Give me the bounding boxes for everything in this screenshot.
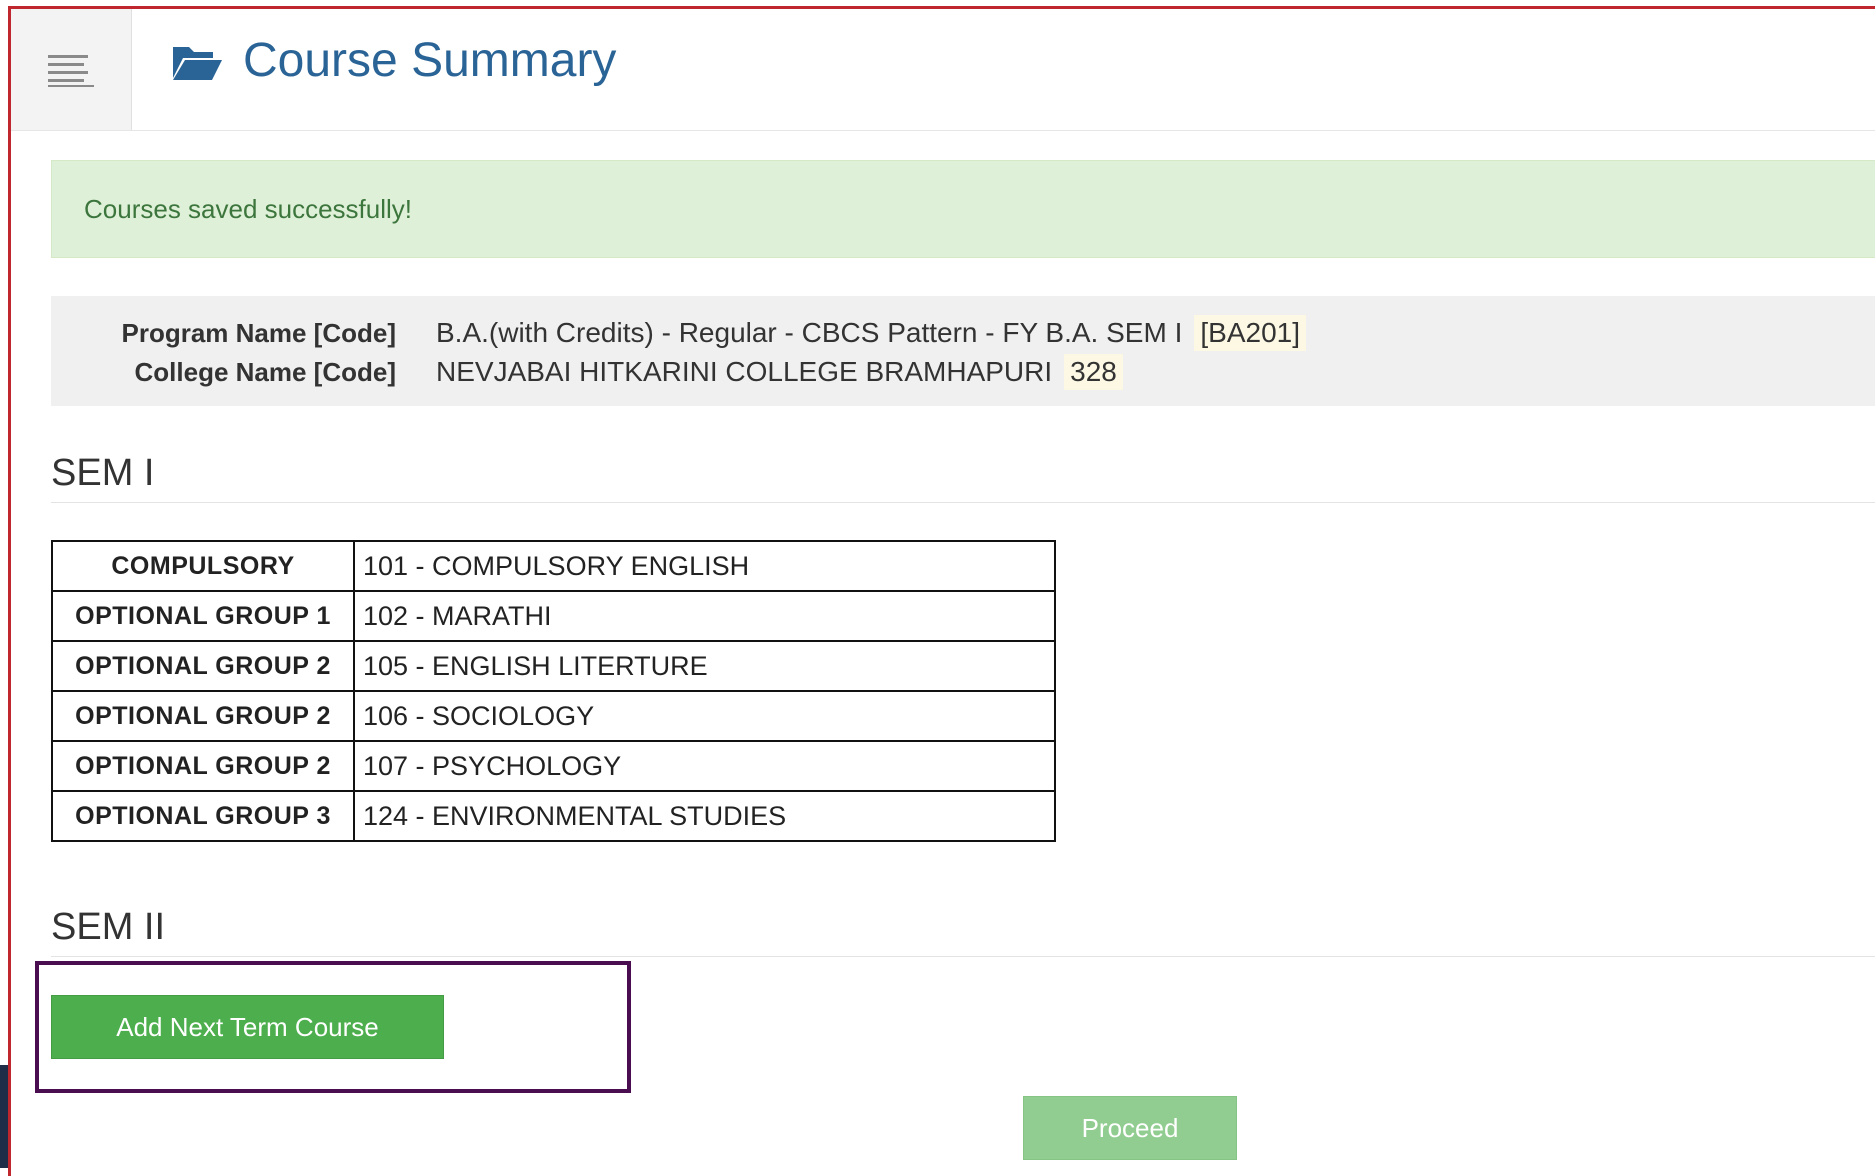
course-name: 101 - COMPULSORY ENGLISH	[353, 540, 1056, 592]
sem1-course-table: COMPULSORY 101 - COMPULSORY ENGLISH OPTI…	[51, 540, 1056, 842]
page-title: Course Summary	[243, 34, 617, 87]
college-label: College Name [Code]	[134, 356, 397, 387]
college-value-wrap: NEVJABAI HITKARINI COLLEGE BRAMHAPURI 32…	[436, 354, 1123, 390]
top-bar: Course Summary	[11, 9, 1875, 131]
folder-open-icon	[173, 47, 222, 80]
program-code: [BA201]	[1194, 315, 1306, 351]
alert-message: Courses saved successfully!	[84, 193, 413, 224]
college-value: NEVJABAI HITKARINI COLLEGE BRAMHAPURI	[436, 356, 1053, 387]
proceed-button[interactable]: Proceed	[1023, 1096, 1237, 1160]
course-group: OPTIONAL GROUP 3	[51, 790, 355, 842]
course-name: 102 - MARATHI	[353, 590, 1056, 642]
program-row: Program Name [Code] B.A.(with Credits) -…	[51, 314, 1306, 352]
table-row: OPTIONAL GROUP 1 102 - MARATHI	[51, 590, 1056, 642]
course-group: COMPULSORY	[51, 540, 355, 592]
sem1-heading: SEM I	[51, 454, 1875, 503]
sem2-heading: SEM II	[51, 908, 1875, 957]
program-value: B.A.(with Credits) - Regular - CBCS Patt…	[436, 317, 1183, 348]
course-group: OPTIONAL GROUP 2	[51, 690, 355, 742]
success-alert: Courses saved successfully!	[51, 160, 1875, 258]
course-name: 124 - ENVIRONMENTAL STUDIES	[353, 790, 1056, 842]
course-name: 107 - PSYCHOLOGY	[353, 740, 1056, 792]
program-label: Program Name [Code]	[121, 317, 397, 348]
table-row: OPTIONAL GROUP 2 105 - ENGLISH LITERTURE	[51, 640, 1056, 692]
course-group: OPTIONAL GROUP 2	[51, 740, 355, 792]
menu-toggle-button[interactable]	[11, 9, 132, 130]
sidebar-edge	[0, 1065, 8, 1168]
course-name: 105 - ENGLISH LITERTURE	[353, 640, 1056, 692]
page-title-wrap: Course Summary	[171, 37, 616, 85]
table-row: COMPULSORY 101 - COMPULSORY ENGLISH	[51, 540, 1056, 592]
college-code: 328	[1064, 354, 1123, 390]
course-group: OPTIONAL GROUP 2	[51, 640, 355, 692]
hamburger-menu-icon	[48, 54, 94, 87]
table-row: OPTIONAL GROUP 2 107 - PSYCHOLOGY	[51, 740, 1056, 792]
program-info-box: Program Name [Code] B.A.(with Credits) -…	[51, 296, 1875, 406]
course-name: 106 - SOCIOLOGY	[353, 690, 1056, 742]
course-group: OPTIONAL GROUP 1	[51, 590, 355, 642]
table-row: OPTIONAL GROUP 3 124 - ENVIRONMENTAL STU…	[51, 790, 1056, 842]
program-value-wrap: B.A.(with Credits) - Regular - CBCS Patt…	[436, 315, 1306, 351]
college-row: College Name [Code] NEVJABAI HITKARINI C…	[51, 353, 1123, 391]
add-next-term-course-button[interactable]: Add Next Term Course	[51, 995, 444, 1059]
table-row: OPTIONAL GROUP 2 106 - SOCIOLOGY	[51, 690, 1056, 742]
